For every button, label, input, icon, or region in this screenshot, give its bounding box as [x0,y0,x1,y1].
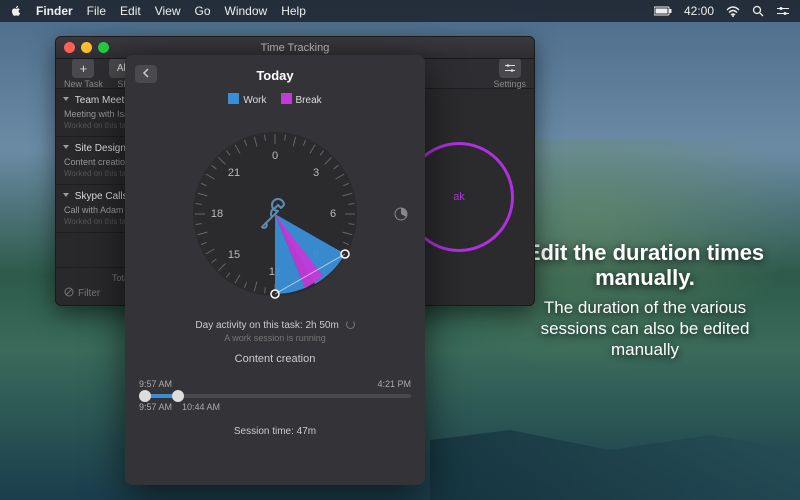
chevron-left-icon [142,65,150,83]
ring-label: ak [453,191,465,203]
menubar: Finder File Edit View Go Window Help 42:… [0,0,800,22]
svg-text:3: 3 [313,167,319,179]
battery-text: 42:00 [684,4,714,18]
zoom-button[interactable] [98,42,109,53]
task-name: Skype Calls [75,191,128,202]
filter-icon [64,287,74,300]
svg-text:6: 6 [330,208,336,220]
window-title: Time Tracking [261,42,330,54]
disclosure-icon [63,193,69,197]
sliders-icon [504,61,516,76]
chart-icon[interactable] [393,206,409,222]
legend: Work Break [125,93,425,106]
promo-body: The duration of the various sessions can… [520,297,770,361]
task-name: Site Design [75,143,126,154]
svg-text:21: 21 [228,167,240,179]
disclosure-icon [63,97,69,101]
filter-label: Filter [78,288,100,299]
menu-go[interactable]: Go [195,4,211,18]
timeline-track[interactable] [139,394,411,398]
timeline-tick-a: 9:57 AM [139,402,172,412]
timeline-tick-b: 10:44 AM [182,402,220,412]
back-button[interactable] [135,65,157,83]
svg-text:18: 18 [211,208,223,220]
session-timeline: 9:57 AM 4:21 PM 9:57 AM 10:44 AM [139,379,411,412]
work-swatch [228,93,239,104]
timeline-start: 9:57 AM [139,379,172,389]
legend-work: Work [228,93,266,106]
timeline-end: 4:21 PM [377,379,411,389]
settings-button[interactable] [499,58,521,78]
search-icon[interactable] [752,5,764,17]
disclosure-icon [63,145,69,149]
break-swatch [281,93,292,104]
panel-title: Today [256,68,293,83]
current-task-name: Content creation [125,353,425,365]
bg-coast [430,400,800,500]
plus-icon: + [80,61,88,76]
battery-icon [654,6,672,16]
clock-dial[interactable]: 036912151821 [175,114,375,314]
apple-logo-icon[interactable] [10,5,22,17]
menu-help[interactable]: Help [281,4,306,18]
activity-line: Day activity on this task: 2h 50m [195,320,338,331]
legend-break: Break [281,93,322,106]
promo-text: Edit the duration times manually. The du… [520,240,770,360]
menu-view[interactable]: View [155,4,181,18]
svg-text:0: 0 [272,150,278,162]
session-time: Session time: 47m [125,426,425,437]
control-center-icon[interactable] [776,6,790,16]
menu-file[interactable]: File [87,4,106,18]
menu-window[interactable]: Window [225,4,268,18]
new-task-label: New Task [64,79,103,89]
promo-heading: Edit the duration times manually. [520,240,770,291]
spinner-icon [346,320,355,329]
svg-text:15: 15 [228,249,240,261]
timeline-knob-end[interactable] [172,390,184,402]
day-detail-panel: Today Work Break 036912151821 [125,55,425,485]
minimize-button[interactable] [81,42,92,53]
new-task-button[interactable]: + [72,58,94,78]
settings-label: Settings [493,79,526,89]
timeline-knob-start[interactable] [139,390,151,402]
menu-app[interactable]: Finder [36,4,73,18]
activity-summary: Day activity on this task: 2h 50m A work… [125,320,425,343]
activity-sub: A work session is running [125,333,425,343]
close-button[interactable] [64,42,75,53]
menu-edit[interactable]: Edit [120,4,141,18]
wifi-icon[interactable] [726,6,740,17]
